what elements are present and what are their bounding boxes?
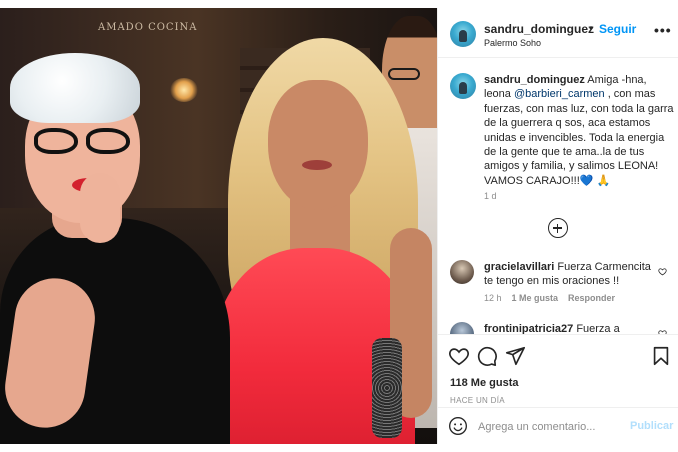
author-username[interactable]: sandru_dominguez: [484, 22, 594, 36]
share-icon[interactable]: [504, 345, 526, 367]
reply-button[interactable]: Responder: [568, 293, 615, 303]
location-link[interactable]: Palermo Soho: [484, 38, 541, 48]
heart-icon[interactable]: [658, 267, 667, 276]
comment-time: 12 h: [484, 293, 502, 303]
comment-likes[interactable]: 1 Me gusta: [512, 293, 559, 303]
post-timestamp: HACE UN DÍA: [450, 396, 505, 405]
caption-text: sandru_dominguez Amiga -hna, leona @barb…: [484, 73, 674, 188]
heart-icon[interactable]: [448, 345, 470, 367]
comment-meta: 12 h 1 Me gusta Responder: [484, 293, 625, 303]
lamp-light: [170, 78, 198, 102]
comment-text: gracielavillari Fuerza Carmencita te ten…: [484, 260, 652, 289]
blonde-woman-face: [268, 80, 368, 210]
comment-input[interactable]: [478, 416, 618, 438]
cat-eye-glasses: [34, 128, 134, 156]
mention-link[interactable]: @barbieri_carmen: [514, 88, 605, 100]
more-icon[interactable]: •••: [654, 22, 672, 38]
white-hair: [10, 53, 140, 123]
comment-item: frontinipatricia27 Fuerza a: [450, 322, 672, 334]
add-comment-bar: Publicar: [438, 407, 678, 445]
post-photo[interactable]: AMADO COCINA: [0, 8, 437, 444]
commenter-avatar[interactable]: [450, 322, 474, 334]
publish-button[interactable]: Publicar: [630, 420, 673, 432]
comment-icon[interactable]: [476, 345, 498, 367]
instagram-post: AMADO COCINA sandru_dominguez • Seguir P…: [0, 0, 678, 452]
action-bar: 118 Me gusta HACE UN DÍA Publicar: [438, 334, 678, 444]
praying-hands-emoji: 🙏: [596, 174, 611, 187]
emoji-icon[interactable]: [448, 416, 468, 436]
post-header: sandru_dominguez • Seguir Palermo Soho •…: [438, 8, 678, 58]
follow-button[interactable]: Seguir: [599, 22, 636, 36]
post-sidebar: sandru_dominguez • Seguir Palermo Soho •…: [437, 8, 678, 444]
comment-body: Fuerza a: [576, 323, 620, 334]
caption-time: 1 d: [484, 191, 497, 201]
commenter-avatar[interactable]: [450, 260, 474, 284]
commenter-username[interactable]: gracielavillari: [484, 261, 554, 273]
caption-username[interactable]: sandru_dominguez: [484, 74, 585, 86]
restaurant-sign: AMADO COCINA: [98, 22, 198, 33]
man-glasses: [388, 68, 420, 80]
blue-heart-emoji: 💙: [579, 174, 594, 187]
separator-dot: •: [589, 21, 594, 35]
likes-count[interactable]: 118 Me gusta: [450, 377, 518, 389]
comment-text: frontinipatricia27 Fuerza a: [484, 322, 652, 334]
blonde-woman-lips: [302, 160, 332, 170]
sequin-detail: [372, 338, 402, 438]
hand-gesture: [80, 173, 120, 243]
author-avatar[interactable]: [450, 21, 476, 47]
load-more-icon[interactable]: [548, 218, 568, 238]
commenter-username[interactable]: frontinipatricia27: [484, 323, 573, 334]
caption-text-after: , con mas fuerzas, con mas luz, con toda…: [484, 88, 674, 187]
caption-avatar[interactable]: [450, 73, 476, 99]
save-icon[interactable]: [650, 345, 672, 367]
